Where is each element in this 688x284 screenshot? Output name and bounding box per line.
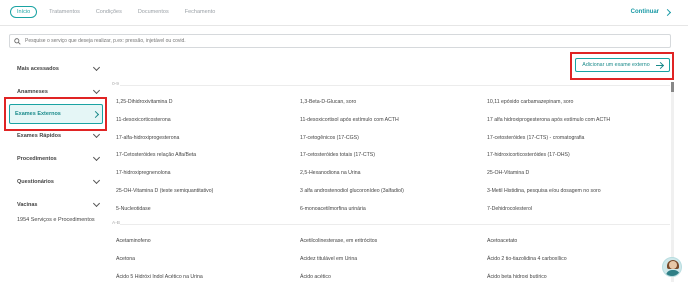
avatar-body xyxy=(666,270,680,276)
chevron-down-icon xyxy=(92,153,101,162)
list-item[interactable]: 17-cetogênicos (17-CGS) xyxy=(300,135,359,141)
support-avatar[interactable] xyxy=(662,257,682,277)
list-item[interactable]: 11-desoxicorticosterona xyxy=(116,117,171,123)
list-item[interactable]: Ácido acético xyxy=(300,274,331,280)
list-item[interactable]: 17-alfa-hidroxiprogesterona xyxy=(116,135,179,141)
list-item[interactable]: 25-OH-Vitamina D xyxy=(487,170,529,176)
step-tratamentos[interactable]: Tratamentos xyxy=(45,6,84,18)
list-item[interactable]: 3-Metil Histidina, pesquisa e/ou dosagem… xyxy=(487,188,601,194)
step-inicio[interactable]: Início xyxy=(10,6,38,18)
list-item[interactable]: Acetona xyxy=(116,256,135,262)
list-item[interactable]: 17-cetosteróides (17-CTS) - cromatografi… xyxy=(487,135,584,141)
list-item[interactable]: 17 alfa hidroxiprogesterona após estímul… xyxy=(487,117,610,123)
chevron-down-icon xyxy=(92,199,101,208)
sidebar-item-label: Exames Externos xyxy=(15,111,61,117)
list-item[interactable]: 17-hidroxicorticosteróides (17-OHS) xyxy=(487,152,570,158)
list-item[interactable]: 17-Cetosteróides relação Alfa/Beta xyxy=(116,152,196,158)
sidebar-item-label: Mais acessados xyxy=(17,66,59,72)
section-label: A-B xyxy=(112,221,120,226)
add-button-label: Adicionar um exame externo xyxy=(582,62,650,68)
list-item[interactable]: 2,5-Hexanodiona na Urina xyxy=(300,170,361,176)
list-item[interactable]: Acetilcolinesterase, em eritrócitos xyxy=(300,238,377,244)
search-input[interactable] xyxy=(25,38,625,44)
list-item[interactable]: 1,3-Beta-D-Glucan, soro xyxy=(300,99,356,105)
chevron-down-icon xyxy=(92,63,101,72)
list-item[interactable]: Acetoacetato xyxy=(487,238,517,244)
sidebar-item-label: Questionários xyxy=(17,179,54,185)
chevron-right-icon xyxy=(91,110,100,118)
sidebar-item-label: Anamneses xyxy=(17,89,48,95)
section-divider xyxy=(120,85,670,86)
sidebar-item-vacinas[interactable]: Vacinas xyxy=(17,199,101,211)
list-item[interactable]: 3 alfa androstenodiol glucoronídeo (3alf… xyxy=(300,188,404,194)
list-item[interactable]: 17-hidroxipregnenolona xyxy=(116,170,171,176)
search-icon xyxy=(14,37,21,45)
list-item[interactable]: 1,25-Dihidroxivitamina D xyxy=(116,99,173,105)
chevron-down-icon xyxy=(92,86,101,95)
list-item[interactable]: Acetaminofeno xyxy=(116,238,151,244)
list-item[interactable]: Acidez titulável em Urina xyxy=(300,256,357,262)
chevron-right-icon xyxy=(663,8,672,16)
sidebar-item-mais-acessados[interactable]: Mais acessados xyxy=(17,63,101,75)
step-documentos[interactable]: Documentos xyxy=(134,6,173,18)
wizard-steps: Início Tratamentos Condições Documentos … xyxy=(10,6,219,18)
sidebar-item-label: Procedimentos xyxy=(17,156,57,162)
chevron-down-icon xyxy=(92,130,101,139)
section-divider xyxy=(120,224,670,225)
section-label: 0-9 xyxy=(112,82,119,87)
arrow-right-icon xyxy=(655,64,663,66)
search-bar xyxy=(9,34,671,48)
sidebar-item-exames-rapidos[interactable]: Exames Rápidos xyxy=(17,130,101,142)
services-count: 1954 Serviços e Procedimentos xyxy=(17,217,95,223)
step-fechamento[interactable]: Fechamento xyxy=(181,6,220,18)
sidebar-item-procedimentos[interactable]: Procedimentos xyxy=(17,153,101,165)
list-item[interactable]: 11-desoxicortisol após estímulo com ACTH xyxy=(300,117,399,123)
list-item[interactable]: Ácido 5 Hidróxi Indol Acético na Urina xyxy=(116,274,203,280)
sidebar-item-exames-externos[interactable]: Exames Externos xyxy=(9,104,103,124)
list-item[interactable]: 6-monoacetilmorfina urinária xyxy=(300,206,366,212)
avatar-head xyxy=(669,261,677,269)
step-condicoes[interactable]: Condições xyxy=(92,6,126,18)
list-item[interactable]: 25-OH-Vitamina D (teste semiquantitativo… xyxy=(116,188,213,194)
list-item[interactable]: 7-Dehidrocolesterol xyxy=(487,206,532,212)
list-item[interactable]: 5-Nucleotidase xyxy=(116,206,151,212)
scrollbar-thumb[interactable] xyxy=(671,82,674,92)
continue-label: Continuar xyxy=(630,9,659,15)
sidebar-item-label: Exames Rápidos xyxy=(17,133,62,139)
sidebar-item-questionarios[interactable]: Questionários xyxy=(17,176,101,188)
add-external-exam-button[interactable]: Adicionar um exame externo xyxy=(575,58,670,72)
sidebar-item-label: Vacinas xyxy=(17,202,38,208)
list-item[interactable]: 17-cetosteróides totais (17-CTS) xyxy=(300,152,375,158)
scrollbar-track[interactable] xyxy=(671,82,674,282)
list-item[interactable]: 10,11 epóxido carbamazepinam, soro xyxy=(487,99,573,105)
chevron-down-icon xyxy=(92,176,101,185)
list-item[interactable]: Ácido 2 tio-tiazolidina 4 carboxílico xyxy=(487,256,567,262)
list-item[interactable]: Ácido beta hidroxi butírico xyxy=(487,274,547,280)
continue-button[interactable]: Continuar xyxy=(630,8,672,16)
wizard-topbar: Início Tratamentos Condições Documentos … xyxy=(0,0,688,26)
